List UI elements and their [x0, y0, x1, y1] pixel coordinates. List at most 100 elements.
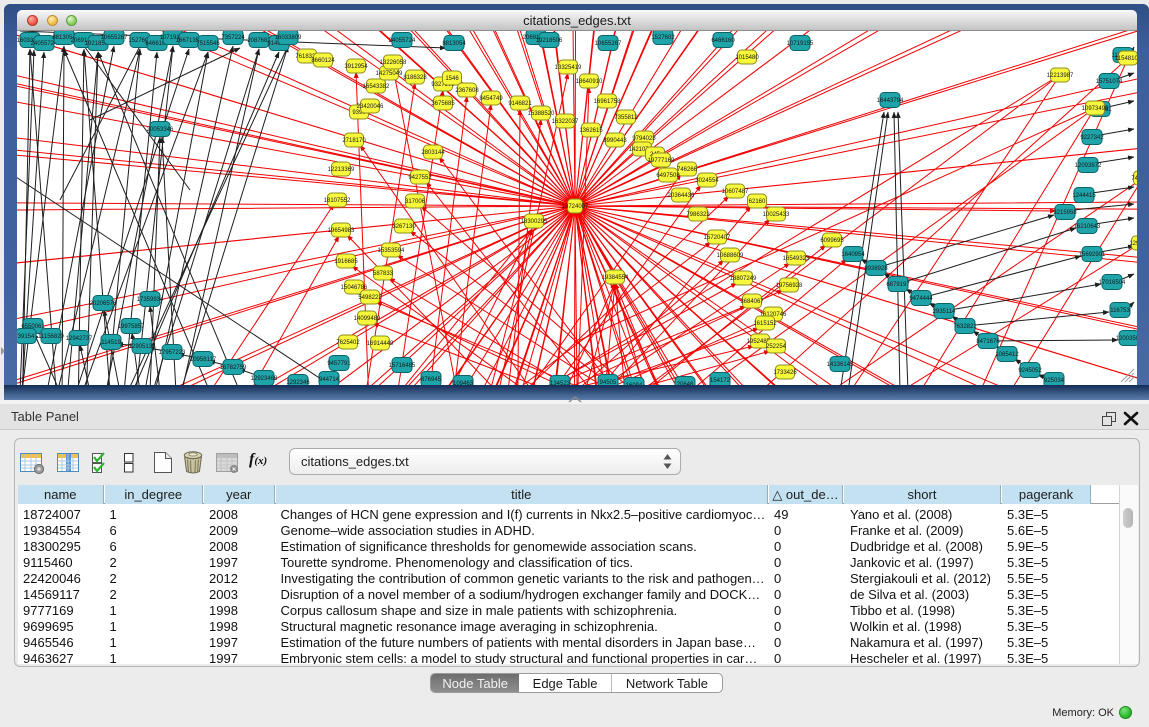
svg-text:18107552: 18107552: [324, 198, 351, 204]
svg-text:16094: 16094: [626, 383, 643, 385]
svg-text:1640954: 1640954: [841, 252, 865, 258]
svg-text:14099489: 14099489: [354, 316, 381, 322]
svg-text:9146821: 9146821: [508, 101, 532, 107]
svg-text:2803144: 2803144: [421, 150, 445, 156]
svg-text:12003504: 12003504: [1116, 336, 1137, 342]
svg-text:7515546: 7515546: [196, 41, 220, 47]
svg-text:2935114: 2935114: [933, 309, 957, 315]
svg-text:8660124: 8660124: [311, 58, 335, 64]
svg-text:116753: 116753: [1110, 308, 1130, 314]
svg-text:944714: 944714: [319, 377, 340, 383]
svg-text:11156829: 11156829: [38, 334, 64, 340]
svg-text:5498222: 5498222: [358, 295, 382, 301]
svg-text:6879197: 6879197: [886, 282, 910, 288]
svg-text:1065412: 1065412: [995, 352, 1019, 358]
svg-text:8938928: 8938928: [864, 266, 888, 272]
svg-text:12942737: 12942737: [66, 336, 93, 342]
svg-text:9227342: 9227342: [1080, 135, 1104, 141]
svg-text:2367608: 2367608: [455, 88, 479, 94]
svg-text:19218506: 19218506: [536, 38, 563, 44]
svg-text:252254: 252254: [766, 344, 787, 350]
svg-text:16961758: 16961758: [594, 99, 621, 105]
svg-text:3215958: 3215958: [1053, 210, 1077, 216]
svg-text:7625402: 7625402: [336, 340, 360, 346]
svg-text:7632821: 7632821: [953, 324, 977, 330]
svg-text:154172: 154172: [710, 378, 731, 384]
svg-text:14275049: 14275049: [376, 71, 403, 77]
svg-text:876945: 876945: [421, 377, 442, 383]
svg-text:24055724: 24055724: [389, 38, 416, 44]
svg-text:1297361: 1297361: [1129, 241, 1137, 247]
svg-text:10025433: 10025433: [763, 212, 790, 218]
svg-text:9245052: 9245052: [1018, 368, 1042, 374]
svg-text:8471676: 8471676: [976, 339, 1000, 345]
svg-text:3267130: 3267130: [392, 224, 416, 230]
svg-text:1527602: 1527602: [651, 35, 675, 41]
svg-text:16914449: 16914449: [367, 341, 394, 347]
svg-text:15716485: 15716485: [389, 363, 416, 369]
svg-text:9474444: 9474444: [909, 296, 933, 302]
svg-text:17359934: 17359934: [137, 297, 164, 303]
svg-text:1615152: 1615152: [753, 321, 777, 327]
svg-text:3675685: 3675685: [431, 101, 455, 107]
svg-text:3024554: 3024554: [695, 178, 719, 184]
svg-text:17016504: 17016504: [1099, 280, 1126, 286]
svg-text:9457791: 9457791: [327, 361, 351, 367]
svg-text:17957223: 17957223: [159, 350, 186, 356]
svg-text:11548108: 11548108: [1115, 56, 1137, 62]
svg-text:925034: 925034: [1044, 378, 1065, 384]
svg-text:10719155: 10719155: [787, 41, 814, 47]
svg-text:1244415: 1244415: [1072, 193, 1096, 199]
svg-text:19777169: 19777169: [648, 158, 675, 164]
svg-text:16033809: 16033809: [275, 35, 302, 41]
svg-text:94505: 94505: [600, 380, 617, 385]
svg-text:20646: 20646: [677, 382, 694, 385]
svg-text:15353594: 15353594: [378, 248, 405, 254]
svg-text:3912954: 3912954: [344, 64, 368, 70]
svg-text:18724007: 18724007: [562, 204, 589, 210]
svg-text:746266: 746266: [677, 167, 698, 173]
svg-text:15692901: 15692901: [1079, 252, 1106, 258]
svg-text:8990443: 8990443: [603, 138, 627, 144]
svg-text:9427552: 9427552: [408, 175, 432, 181]
svg-text:587833: 587833: [373, 271, 394, 277]
svg-text:7485005: 7485005: [1131, 176, 1137, 182]
svg-text:134523: 134523: [550, 381, 571, 385]
svg-text:20364436: 20364436: [668, 193, 695, 199]
svg-text:3684067: 3684067: [740, 299, 764, 305]
svg-text:12093872: 12093872: [1075, 163, 1102, 169]
svg-text:1916685: 1916685: [334, 259, 358, 265]
svg-text:20206576: 20206576: [90, 301, 117, 307]
svg-text:15751074: 15751074: [1096, 79, 1123, 85]
svg-text:18807249: 18807249: [730, 276, 757, 282]
svg-text:13325419: 13325419: [555, 65, 582, 71]
svg-text:15720407: 15720407: [704, 235, 731, 241]
svg-text:12213369: 12213369: [328, 167, 355, 173]
svg-text:14136141: 14136141: [827, 362, 854, 368]
svg-text:6497508: 6497508: [656, 173, 680, 179]
svg-text:114519: 114519: [101, 340, 121, 346]
svg-text:8186328: 8186328: [403, 75, 427, 81]
svg-text:12213987: 12213987: [1047, 73, 1074, 79]
svg-text:9794028: 9794028: [632, 136, 656, 142]
svg-text:16322037: 16322037: [552, 119, 579, 125]
svg-text:23420046: 23420046: [357, 104, 384, 110]
svg-text:12905135: 12905135: [129, 344, 156, 350]
svg-text:8454749: 8454749: [479, 96, 503, 102]
svg-text:6099695: 6099695: [820, 238, 844, 244]
svg-text:10958117: 10958117: [190, 357, 217, 363]
svg-text:7986322: 7986322: [686, 212, 710, 218]
svg-text:13226058: 13226058: [380, 60, 407, 66]
svg-text:16543382: 16543382: [363, 84, 390, 90]
svg-text:10655267: 10655267: [595, 41, 622, 47]
svg-text:2718170: 2718170: [342, 138, 366, 144]
svg-text:1733426: 1733426: [773, 370, 797, 376]
svg-text:1362615: 1362615: [579, 128, 603, 134]
svg-text:16443794: 16443794: [877, 98, 904, 104]
svg-text:1292346: 1292346: [286, 380, 310, 385]
svg-text:16782759: 16782759: [220, 365, 247, 371]
svg-text:39154: 39154: [18, 334, 35, 340]
svg-text:1546: 1546: [445, 76, 459, 82]
svg-text:19384554: 19384554: [602, 275, 629, 281]
svg-text:317006: 317006: [405, 199, 426, 205]
